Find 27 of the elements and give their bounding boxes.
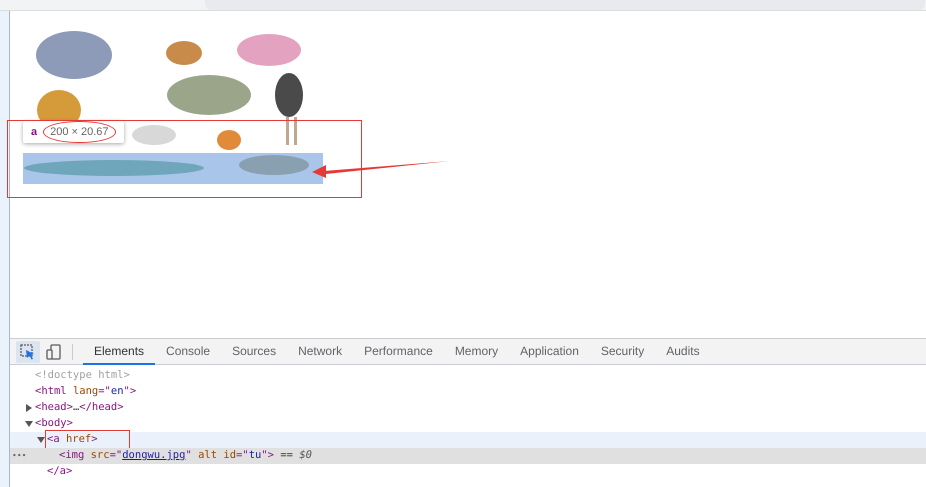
devtools-tab[interactable]: Performance bbox=[353, 338, 444, 364]
expanded-triangle-icon[interactable] bbox=[25, 420, 33, 428]
devtools-tab[interactable]: Sources bbox=[221, 338, 288, 364]
tooltip-tag: a bbox=[31, 124, 38, 140]
devtools-tab[interactable]: Security bbox=[590, 338, 656, 364]
devtools-tab[interactable]: Memory bbox=[444, 338, 510, 364]
dom-code: <!doctype html> bbox=[35, 368, 130, 384]
dom-line[interactable]: <head>…</head> bbox=[10, 400, 926, 416]
collapsed-triangle-icon[interactable] bbox=[25, 404, 33, 412]
dom-line[interactable]: <body> bbox=[10, 416, 926, 432]
devtools-tab[interactable]: Network bbox=[287, 338, 354, 364]
dom-code: <head>…</head> bbox=[35, 400, 124, 416]
expanded-triangle-icon[interactable] bbox=[37, 436, 45, 444]
selected-marker: ••• bbox=[12, 450, 26, 462]
devtools-tab[interactable]: Application bbox=[509, 338, 590, 364]
dom-code: <body> bbox=[35, 416, 73, 432]
devtools-tab[interactable]: Audits bbox=[655, 338, 711, 364]
devtools-tab[interactable]: Elements bbox=[83, 338, 156, 364]
device-toolbar-icon[interactable] bbox=[46, 342, 62, 360]
dom-code: <html lang="en"> bbox=[35, 384, 136, 400]
dom-code: </a> bbox=[47, 464, 72, 480]
dom-code: <a href> bbox=[47, 432, 128, 448]
dom-code: <img src="dongwu.jpg" alt id="tu"> == $0 bbox=[59, 448, 312, 464]
dom-line[interactable]: <html lang="en"> bbox=[10, 384, 926, 400]
tooltip-size: 200 × 20.67 bbox=[43, 120, 116, 144]
devtools-tab[interactable]: Console bbox=[155, 338, 222, 364]
inspect-element-icon[interactable] bbox=[16, 340, 40, 362]
